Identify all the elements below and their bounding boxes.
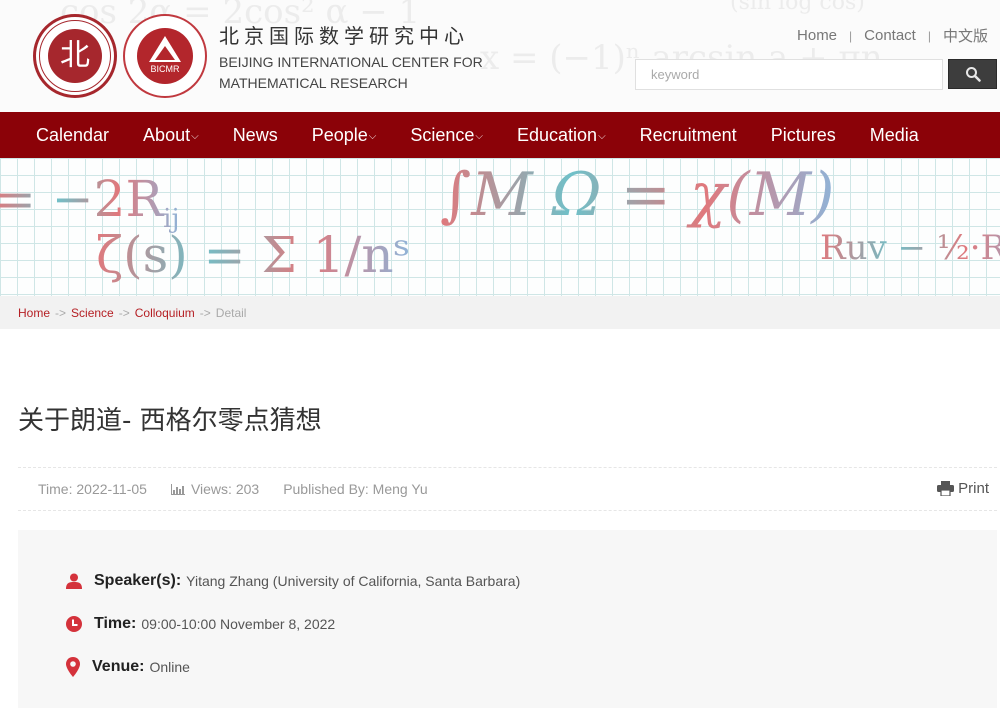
time-value: 09:00-10:00 November 8, 2022 [141,616,336,632]
published-by: Published By: Meng Yu [283,481,428,497]
venue-row: Venue: Online [66,657,190,677]
speaker-row: Speaker(s): Yitang Zhang (University of … [66,572,520,590]
nav-label: Education [517,124,598,145]
time-row: Time: 09:00-10:00 November 8, 2022 [66,615,335,633]
banner-formula-gauss-bonnet: ∫M Ω = χ(M) [440,160,835,230]
peking-university-logo[interactable]: 北 [33,14,117,98]
site-name-english: BEIJING INTERNATIONAL CENTER FOR MATHEMA… [219,52,483,94]
breadcrumb: Home -> Science -> Colloquium -> Detail [0,296,1000,329]
nav-label: Recruitment [639,124,737,145]
breadcrumb-home[interactable]: Home [18,306,50,320]
site-header: cos 2α = 2cos² α − 1 x = (−1)ⁿ arcsin a … [0,0,1000,112]
search-input[interactable] [636,60,942,89]
search-icon [965,67,981,82]
banner-formula-zeta: ζ(s) = Σ 1/nˢ [96,226,411,284]
person-icon [66,573,82,589]
site-name-english-line1: BEIJING INTERNATIONAL CENTER FOR [219,54,483,70]
breadcrumb-separator: -> [55,305,67,320]
chevron-down-icon: ⌵ [475,130,483,142]
nav-label: Media [869,124,919,145]
formula-text: = −2R [0,170,164,228]
nav-label: Science [410,124,475,145]
nav-item-science[interactable]: Science ⌵ [410,125,483,146]
breadcrumb-separator: -> [118,305,130,320]
nav-item-recruitment[interactable]: Recruitment [640,125,737,146]
print-button[interactable]: Print [937,480,989,497]
main-nav: Calendar About ⌵ News People ⌵ Science ⌵ Ed… [0,112,1000,158]
nav-label: Calendar [36,124,110,145]
nav-item-education[interactable]: Education ⌵ [517,125,606,146]
speaker-value: Yitang Zhang (University of California, … [186,573,521,589]
banner-formula-einstein: Ruv − ½·R·g [820,228,1000,268]
venue-value: Online [149,659,190,675]
top-links: Home | Contact | 中文版 [797,25,988,46]
nav-label: Pictures [770,124,836,145]
breadcrumb-separator: -> [199,305,211,320]
separator: | [849,28,853,43]
separator: | [927,28,931,43]
nav-item-calendar[interactable]: Calendar [36,125,109,146]
math-banner: = −2Rij ζ(s) = Σ 1/nˢ ∫M Ω = χ(M) Ruv − … [0,158,1000,296]
top-link-home[interactable]: Home [797,27,837,44]
page-title: 关于朗道- 西格尔零点猜想 [18,406,322,436]
article-meta: Time: 2022-11-05 Views: 203 Published By… [18,467,997,511]
bicmr-logo[interactable]: BICMR [123,14,207,98]
bicmr-emblem: BICMR [137,28,193,84]
chevron-down-icon: ⌵ [368,130,377,142]
bar-chart-icon [170,483,185,495]
nav-item-pictures[interactable]: Pictures [771,125,836,146]
nav-label: News [232,124,278,145]
peking-university-emblem-icon: 北 [48,29,102,83]
search-box [635,59,943,90]
view-count: Views: 203 [170,481,260,497]
header-background-formula: (sin log cos) [730,0,865,15]
breadcrumb-colloquium[interactable]: Colloquium [135,306,195,320]
speaker-label: Speaker(s): [94,572,182,589]
publish-time: Time: 2022-11-05 [38,481,147,497]
site-name-chinese: 北京国际数学研究中心 [219,24,469,48]
nav-item-media[interactable]: Media [870,125,919,146]
nav-label: About [143,124,191,145]
event-info-box: Speaker(s): Yitang Zhang (University of … [18,530,997,708]
banner-formula-ricci: = −2Rij [0,170,180,234]
venue-label: Venue: [92,658,145,675]
breadcrumb-current: Detail [215,305,247,320]
nav-item-about[interactable]: About ⌵ [143,125,199,146]
chevron-down-icon: ⌵ [598,130,606,142]
nav-item-people[interactable]: People ⌵ [312,125,377,146]
site-name-english-line2: MATHEMATICAL RESEARCH [219,75,408,91]
chevron-down-icon: ⌵ [191,130,199,142]
print-icon [937,481,955,496]
nav-item-news[interactable]: News [233,125,278,146]
clock-icon [66,616,82,632]
location-pin-icon [66,657,80,677]
breadcrumb-science[interactable]: Science [71,306,114,320]
print-label: Print [958,480,989,497]
top-link-chinese-version[interactable]: 中文版 [943,25,988,46]
search-button[interactable] [948,59,997,89]
nav-label: People [311,124,368,145]
time-label: Time: [94,615,137,632]
bicmr-abbr: BICMR [150,64,180,74]
view-count-text: Views: 203 [190,481,260,497]
triangle-inner-icon [155,46,175,60]
top-link-contact[interactable]: Contact [864,27,916,44]
